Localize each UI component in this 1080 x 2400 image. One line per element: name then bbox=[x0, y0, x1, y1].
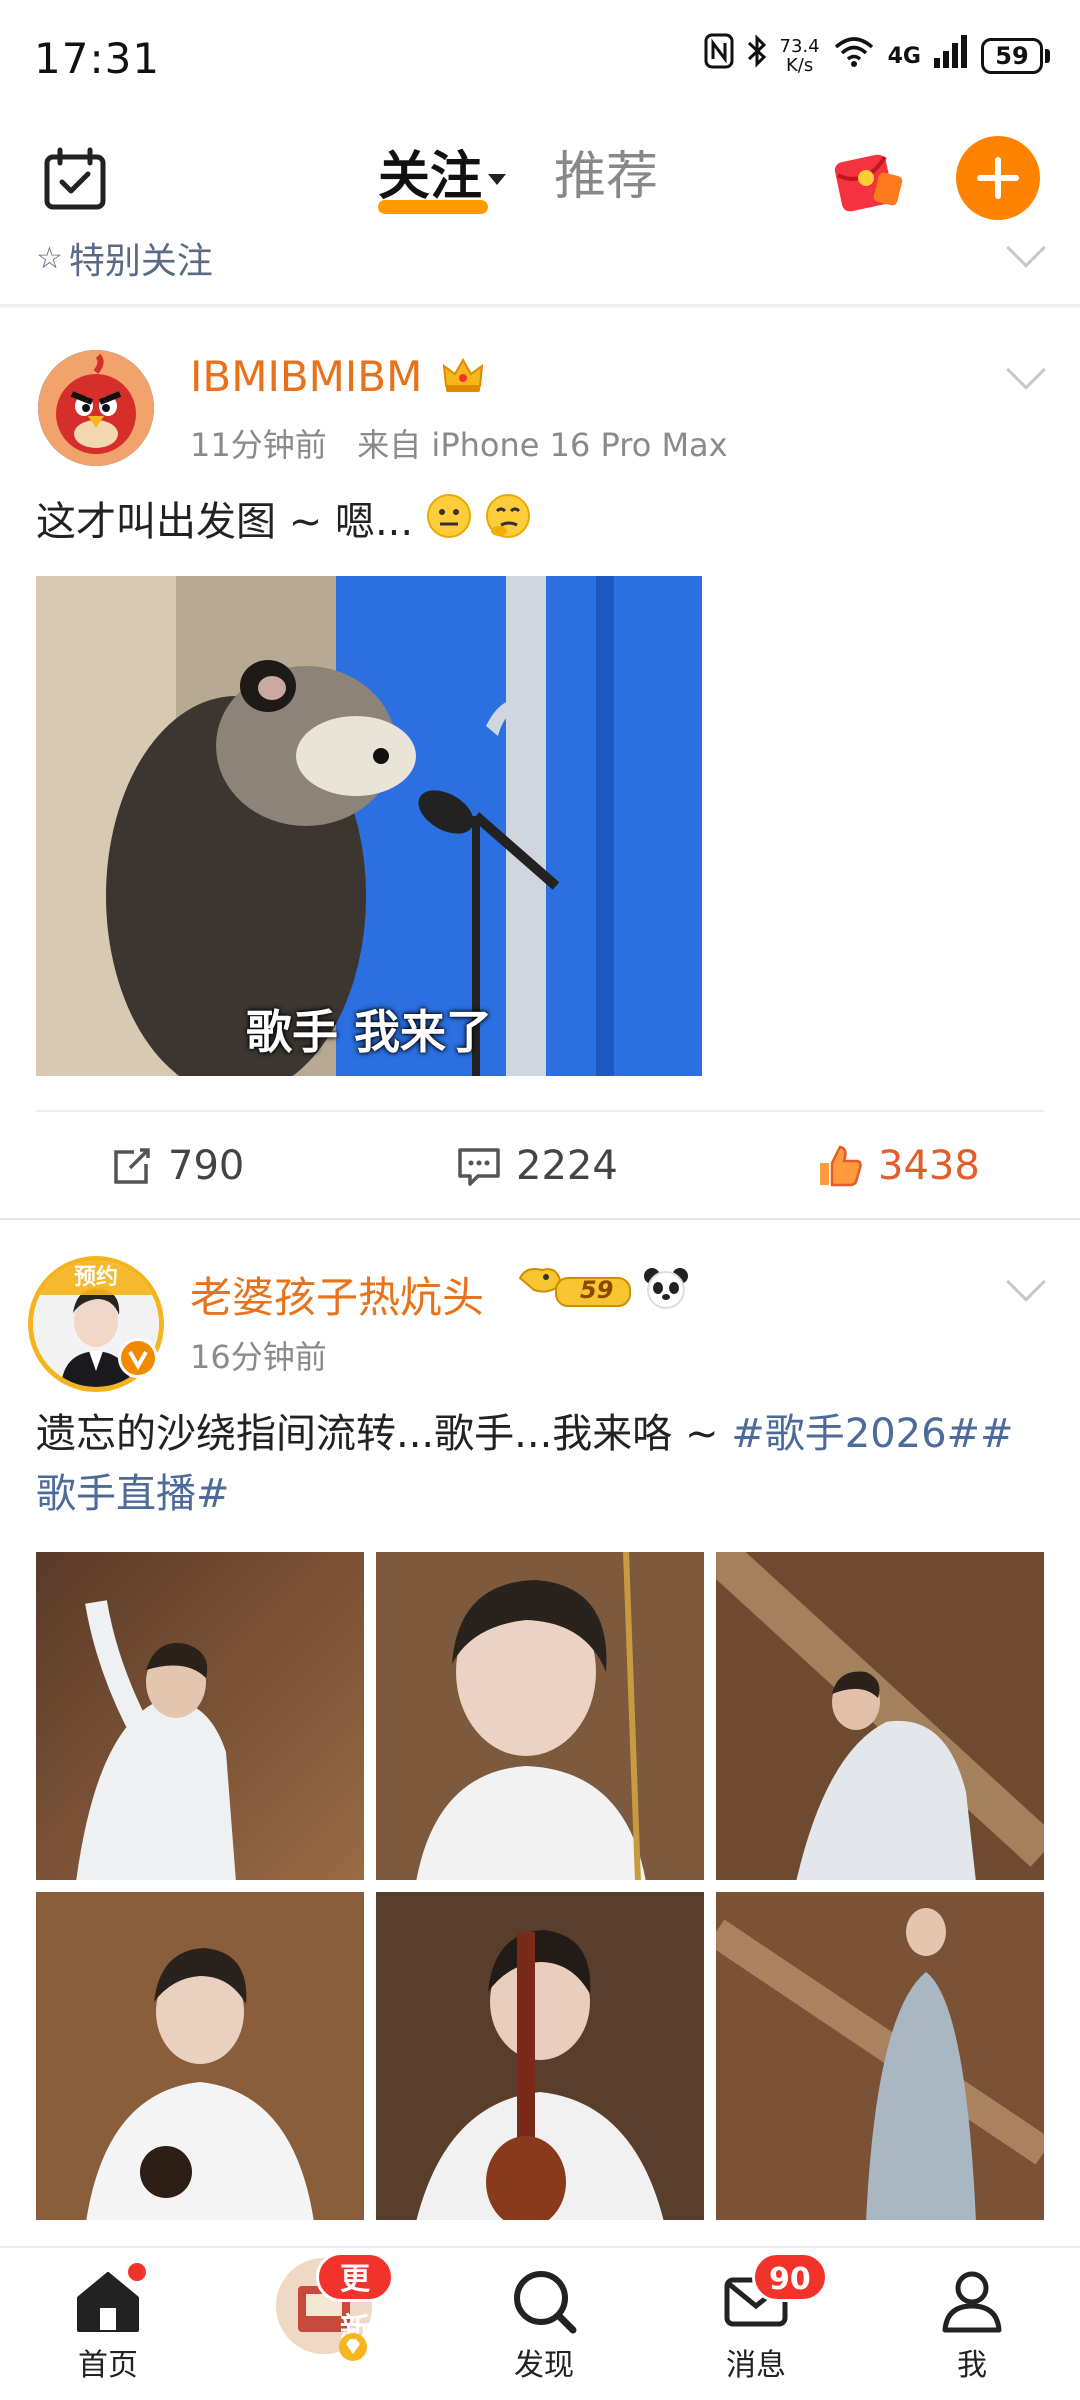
photo-grid bbox=[36, 1552, 1044, 2220]
neutral-face-emoji bbox=[426, 493, 472, 556]
bottom-tab-bar: 首页 更新 发现 90 消息 我 bbox=[0, 2246, 1080, 2400]
star-icon: ☆ bbox=[36, 240, 63, 276]
chevron-down-icon[interactable] bbox=[1006, 350, 1046, 390]
tab-profile[interactable]: 我 bbox=[902, 2266, 1042, 2384]
update-badge: 更新 bbox=[316, 2252, 394, 2347]
signal-icon bbox=[933, 34, 969, 79]
author-name[interactable]: IBMIBMIBM bbox=[190, 352, 422, 401]
avatar-reserve-badge: 预约 bbox=[33, 1261, 159, 1295]
comment-button[interactable]: 2224 bbox=[456, 1138, 618, 1194]
net-speed-value: 73.4 bbox=[779, 36, 820, 57]
post-text: 遗忘的沙绕指间流转...歌手...我来咯 ~ #歌手2026##歌手直播# bbox=[36, 1404, 1036, 1524]
level-number: 59 bbox=[580, 1276, 614, 1304]
author-name[interactable]: 老婆孩子热炕头 bbox=[190, 1264, 484, 1325]
nfc-icon bbox=[704, 33, 734, 80]
verified-badge-icon bbox=[118, 1338, 158, 1378]
person-icon bbox=[937, 2266, 1007, 2336]
post-source: 来自 iPhone 16 Pro Max bbox=[357, 426, 728, 464]
comment-count: 2224 bbox=[516, 1143, 618, 1189]
photo-thumbnail[interactable] bbox=[376, 1892, 704, 2220]
photo-thumbnail[interactable] bbox=[36, 1892, 364, 2220]
home-icon bbox=[73, 2260, 149, 2336]
post-text: 这才叫出发图 ~ 嗯... bbox=[36, 492, 531, 556]
post-card: IBMIBMIBM 11分钟前 来自 iPhone 16 Pro Max 这才叫… bbox=[0, 308, 1080, 1218]
network-type: 4G bbox=[887, 43, 921, 69]
status-bar: 17:31 73.4 K/s 4G 59 bbox=[0, 0, 1080, 120]
compose-plus-button[interactable] bbox=[956, 136, 1040, 220]
post-actions: 790 2224 3438 bbox=[36, 1110, 1044, 1220]
repost-count: 790 bbox=[168, 1143, 245, 1189]
photo-thumbnail[interactable] bbox=[716, 1892, 1044, 2220]
tab-recommended[interactable]: 推荐 bbox=[554, 142, 658, 212]
comment-icon bbox=[458, 1148, 500, 1186]
chevron-down-icon[interactable] bbox=[1006, 1262, 1046, 1302]
red-envelope-icon[interactable] bbox=[832, 144, 904, 216]
post-meta: 11分钟前 来自 iPhone 16 Pro Max bbox=[190, 420, 728, 466]
feed-tabs: 关注 推荐 bbox=[378, 142, 658, 222]
caret-down-icon[interactable] bbox=[488, 173, 507, 185]
share-icon bbox=[114, 1148, 150, 1184]
tab-discover-label: 发现 bbox=[514, 2348, 574, 2383]
like-count: 3438 bbox=[878, 1143, 980, 1189]
photo-thumbnail[interactable] bbox=[716, 1552, 1044, 1880]
post-time: 11分钟前 bbox=[190, 426, 327, 464]
thinking-face-emoji bbox=[485, 493, 531, 556]
avatar[interactable] bbox=[38, 350, 154, 466]
special-follow-header: ☆ 特别关注 bbox=[36, 238, 213, 284]
special-follow-strip[interactable]: ☆ 特别关注 bbox=[0, 238, 1080, 306]
tab-messages-label: 消息 bbox=[726, 2348, 786, 2383]
tab-updates[interactable]: 更新 bbox=[254, 2252, 394, 2361]
thumbs-up-icon bbox=[820, 1145, 862, 1187]
photo-thumbnail[interactable] bbox=[376, 1552, 704, 1880]
repost-button[interactable]: 790 bbox=[110, 1138, 244, 1194]
post-card: 预约 老婆孩子热炕头 59 16分钟前 遗忘的沙绕指间流转...歌手...我来咯… bbox=[0, 1220, 1080, 2246]
crown-badge-icon bbox=[440, 352, 486, 398]
tab-following[interactable]: 关注 bbox=[378, 142, 507, 214]
image-caption: 歌手 我来了 bbox=[245, 1005, 492, 1059]
net-speed: 73.4 K/s bbox=[780, 37, 820, 75]
battery-level: 59 bbox=[981, 38, 1043, 74]
wifi-icon bbox=[832, 33, 876, 80]
net-speed-unit: K/s bbox=[785, 55, 814, 76]
notification-dot bbox=[125, 2260, 149, 2284]
post-image[interactable]: 歌手 我来了 bbox=[36, 576, 702, 1076]
chevron-down-icon[interactable] bbox=[1006, 238, 1046, 268]
tab-profile-label: 我 bbox=[957, 2348, 987, 2383]
like-button[interactable]: 3438 bbox=[816, 1138, 980, 1194]
special-follow-label: 特别关注 bbox=[68, 241, 213, 282]
tab-discover[interactable]: 发现 bbox=[474, 2266, 614, 2384]
post-time: 16分钟前 bbox=[190, 1338, 327, 1376]
panda-icon bbox=[642, 1264, 690, 1312]
top-nav: 关注 推荐 bbox=[0, 120, 1080, 238]
photo-thumbnail[interactable] bbox=[36, 1552, 364, 1880]
messages-badge: 90 bbox=[752, 2252, 828, 2302]
bluetooth-icon bbox=[746, 33, 768, 80]
status-time: 17:31 bbox=[34, 34, 161, 83]
tab-following-label: 关注 bbox=[378, 147, 483, 207]
tab-home-label: 首页 bbox=[78, 2348, 138, 2383]
calendar-check-icon[interactable] bbox=[42, 146, 108, 212]
post-text-content: 这才叫出发图 ~ 嗯... bbox=[36, 499, 414, 545]
post-text-content: 遗忘的沙绕指间流转...歌手...我来咯 ~ bbox=[36, 1411, 732, 1457]
tab-messages[interactable]: 90 消息 bbox=[686, 2252, 828, 2384]
search-icon bbox=[509, 2266, 579, 2336]
status-icons: 73.4 K/s 4G 59 bbox=[704, 33, 1050, 80]
level-badge: 59 bbox=[516, 1264, 634, 1312]
diamond-icon bbox=[338, 2332, 368, 2362]
battery-icon: 59 bbox=[981, 38, 1050, 74]
tab-home[interactable]: 首页 bbox=[38, 2260, 178, 2384]
